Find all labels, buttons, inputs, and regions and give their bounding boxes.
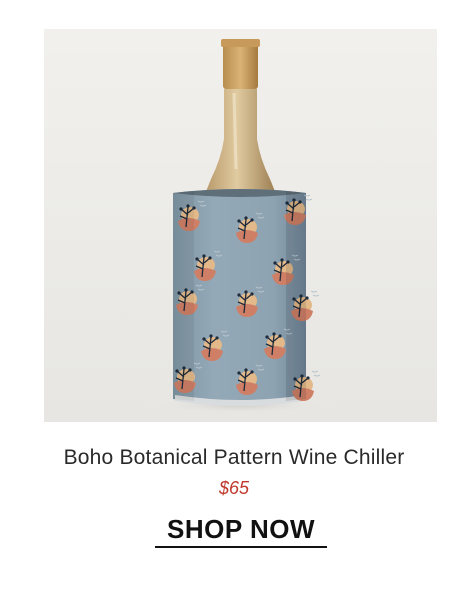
wine-chiller-illustration <box>44 29 437 422</box>
product-card: Boho Botanical Pattern Wine Chiller $65 … <box>0 0 468 598</box>
product-image[interactable] <box>44 29 437 422</box>
shop-now-button[interactable]: SHOP NOW <box>155 512 327 548</box>
product-title[interactable]: Boho Botanical Pattern Wine Chiller <box>0 446 468 470</box>
product-price: $65 <box>218 478 250 498</box>
